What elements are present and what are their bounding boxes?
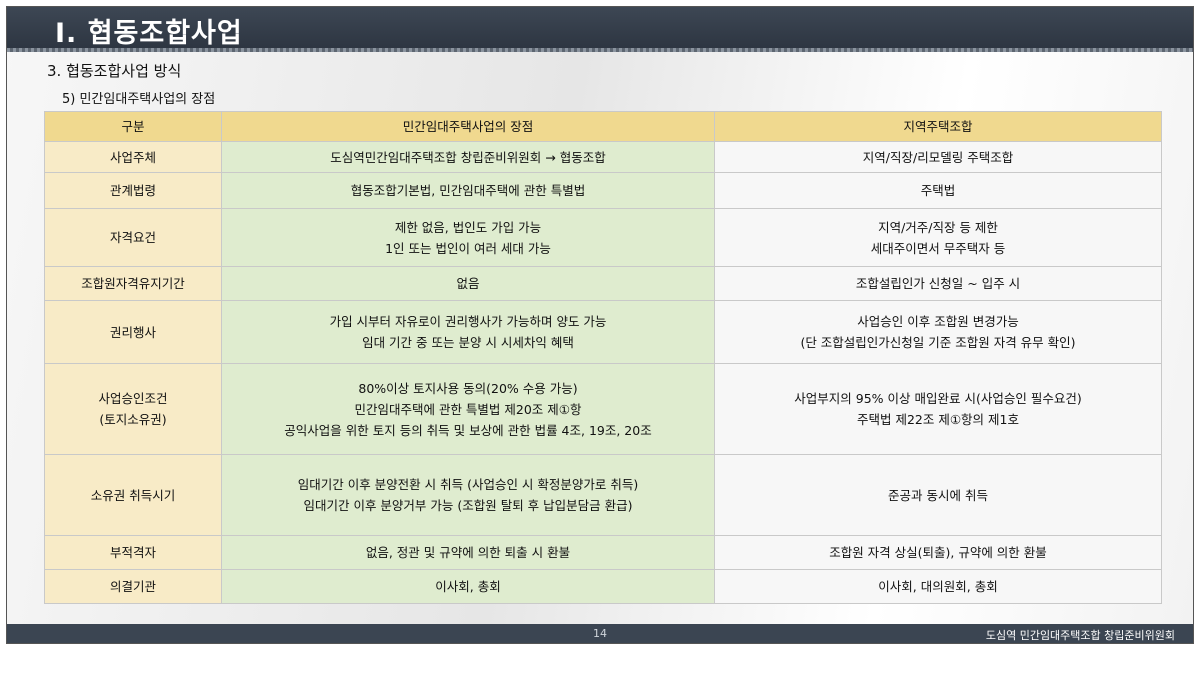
title-bar: Ⅰ. 협동조합사업 — [7, 7, 1193, 52]
cell-line: 없음 — [456, 276, 480, 291]
regional-cell: 사업승인 이후 조합원 변경가능 (단 조합설립인가신청일 기준 조합원 자격 유… — [714, 300, 1162, 364]
cell-line: 도심역민간임대주택조합 창립준비위원회 → 협동조합 — [330, 149, 606, 165]
header-category: 구분 — [44, 111, 222, 142]
cell-line: 임대기간 이후 분양거부 가능 (조합원 탈퇴 후 납입분담금 환급) — [303, 498, 633, 513]
footer-organization: 도심역 민간임대주택조합 창립준비위원회 — [985, 629, 1175, 642]
cell-line: 임대 기간 중 또는 분양 시 시세차익 혜택 — [362, 335, 574, 350]
table-row: 자격요건 제한 없음, 법인도 가입 가능 1인 또는 법인이 여러 세대 가능 지역… — [44, 208, 1162, 267]
category-cell: 조합원자격유지기간 — [44, 266, 222, 301]
regional-cell: 지역/거주/직장 등 제한세대주이면서 무주택자 등 — [714, 208, 1162, 267]
header-regional: 지역주택조합 — [714, 111, 1162, 142]
cell-line: 사업승인 이후 조합원 변경가능 — [857, 314, 1019, 329]
table-row: 부적격자 없음, 정관 및 규약에 의한 퇴출 시 환불 조합원 자격 상실(퇴출)… — [44, 535, 1162, 570]
table-header-row: 구분 민간임대주택사업의 장점 지역주택조합 — [44, 111, 1162, 142]
cell-line: 조합원자격유지기간 — [81, 276, 185, 291]
category-cell: 자격요건 — [44, 208, 222, 267]
cell-line: 이사회, 총회 — [435, 579, 501, 594]
table-row: 사업주체 도심역민간임대주택조합 창립준비위원회 → 협동조합 지역/직장/리모델링… — [44, 141, 1162, 173]
regional-cell: 이사회, 대의원회, 총회 — [714, 569, 1162, 604]
footer-bar: 14 도심역 민간임대주택조합 창립준비위원회 — [7, 624, 1193, 643]
cell-line: (단 조합설립인가신청일 기준 조합원 자격 유무 확인) — [800, 335, 1076, 350]
advantage-cell: 이사회, 총회 — [221, 569, 715, 604]
advantage-cell: 임대기간 이후 분양전환 시 취득 (사업승인 시 확정분양가로 취득) 임대기간… — [221, 454, 715, 536]
cell-line: 조합원 자격 상실(퇴출), 규약에 의한 환불 — [829, 545, 1047, 560]
category-cell: 사업승인조건 (토지소유권) — [44, 363, 222, 455]
table-row: 권리행사 가입 시부터 자유로이 권리행사가 가능하며 양도 가능임대 기간 중 … — [44, 300, 1162, 364]
cell-line: 세대주이면서 무주택자 등 — [870, 240, 1006, 256]
regional-cell: 조합설립인가 신청일 ~ 입주 시 — [714, 266, 1162, 301]
cell-line: 관계법령 — [109, 183, 156, 198]
category-cell: 관계법령 — [44, 172, 222, 209]
regional-cell: 주택법 — [714, 172, 1162, 209]
cell-line: 임대기간 이후 분양전환 시 취득 (사업승인 시 확정분양가로 취득) — [297, 477, 639, 492]
comparison-table: 구분 민간임대주택사업의 장점 지역주택조합 사업주체 도심역민간임대주택조합 창… — [44, 111, 1162, 604]
category-cell: 소유권 취득시기 — [44, 454, 222, 536]
cell-line: 협동조합기본법, 민간임대주택에 관한 특별법 — [350, 183, 586, 198]
regional-cell: 조합원 자격 상실(퇴출), 규약에 의한 환불 — [714, 535, 1162, 570]
cell-line: 부적격자 — [109, 545, 156, 560]
cell-line: 조합설립인가 신청일 ~ 입주 시 — [855, 276, 1021, 291]
advantage-cell: 도심역민간임대주택조합 창립준비위원회 → 협동조합 — [221, 141, 715, 173]
section-subtitle: 5) 민간임대주택사업의 장점 — [62, 92, 216, 107]
section-title: 3. 협동조합사업 방식 — [47, 62, 182, 80]
regional-cell: 지역/직장/리모델링 주택조합 — [714, 141, 1162, 173]
cell-line: 80%이상 토지사용 동의(20% 수용 가능) — [358, 380, 578, 396]
category-cell: 의결기관 — [44, 569, 222, 604]
cell-line: 이사회, 대의원회, 총회 — [878, 579, 998, 594]
advantage-cell: 없음 — [221, 266, 715, 301]
title-bar-stripe — [7, 48, 1193, 52]
regional-cell: 사업부지의 95% 이상 매입완료 시(사업승인 필수요건) 주택법 제22조 제… — [714, 363, 1162, 455]
cell-line: 지역/직장/리모델링 주택조합 — [862, 149, 1014, 165]
cell-line: 주택법 — [920, 183, 956, 198]
cell-line: 없음, 정관 및 규약에 의한 퇴출 시 환불 — [365, 545, 571, 560]
table-row: 관계법령 협동조합기본법, 민간임대주택에 관한 특별법 주택법 — [44, 172, 1162, 209]
table-row: 소유권 취득시기 임대기간 이후 분양전환 시 취득 (사업승인 시 확정분양가로… — [44, 454, 1162, 536]
cell-line: 준공과 동시에 취득 — [888, 487, 988, 503]
cell-line: 공익사업을 위한 토지 등의 취득 및 보상에 관한 법률 4조, 19조, 2… — [284, 422, 652, 438]
cell-line: 의결기관 — [109, 579, 156, 594]
cell-line: 민간임대주택에 관한 특별법 제20조 제①항 — [354, 401, 582, 417]
category-cell: 사업주체 — [44, 141, 222, 173]
cell-line: 지역/거주/직장 등 제한 — [878, 219, 998, 235]
cell-line: 소유권 취득시기 — [90, 487, 176, 503]
cell-line: 사업주체 — [109, 149, 156, 165]
advantage-cell: 가입 시부터 자유로이 권리행사가 가능하며 양도 가능임대 기간 중 또는 분… — [221, 300, 715, 364]
cell-line: 권리행사 — [109, 324, 156, 340]
advantage-cell: 협동조합기본법, 민간임대주택에 관한 특별법 — [221, 172, 715, 209]
slide-title: Ⅰ. 협동조합사업 — [55, 18, 243, 49]
table-row: 의결기관 이사회, 총회 이사회, 대의원회, 총회 — [44, 569, 1162, 604]
advantage-cell: 80%이상 토지사용 동의(20% 수용 가능) 민간임대주택에 관한 특별법 제… — [221, 363, 715, 455]
table-row: 사업승인조건 (토지소유권) 80%이상 토지사용 동의(20% 수용 가능) 민간임… — [44, 363, 1162, 455]
cell-line: 사업부지의 95% 이상 매입완료 시(사업승인 필수요건) — [794, 391, 1082, 406]
advantage-cell: 없음, 정관 및 규약에 의한 퇴출 시 환불 — [221, 535, 715, 570]
cell-line: 제한 없음, 법인도 가입 가능 — [394, 219, 542, 235]
table-row: 조합원자격유지기간 없음 조합설립인가 신청일 ~ 입주 시 — [44, 266, 1162, 301]
cell-line: 가입 시부터 자유로이 권리행사가 가능하며 양도 가능 — [329, 314, 607, 329]
category-cell: 권리행사 — [44, 300, 222, 364]
cell-line: 주택법 제22조 제①항의 제1호 — [857, 412, 1019, 427]
slide: Ⅰ. 협동조합사업 3. 협동조합사업 방식 5) 민간임대주택사업의 장점 구… — [6, 6, 1194, 644]
advantage-cell: 제한 없음, 법인도 가입 가능 1인 또는 법인이 여러 세대 가능 — [221, 208, 715, 267]
cell-line: 자격요건 — [109, 230, 156, 245]
cell-line: (토지소유권) — [99, 412, 167, 427]
cell-line: 사업승인조건 — [98, 391, 168, 406]
category-cell: 부적격자 — [44, 535, 222, 570]
cell-line: 1인 또는 법인이 여러 세대 가능 — [385, 240, 551, 256]
header-advantage: 민간임대주택사업의 장점 — [221, 111, 715, 142]
regional-cell: 준공과 동시에 취득 — [714, 454, 1162, 536]
